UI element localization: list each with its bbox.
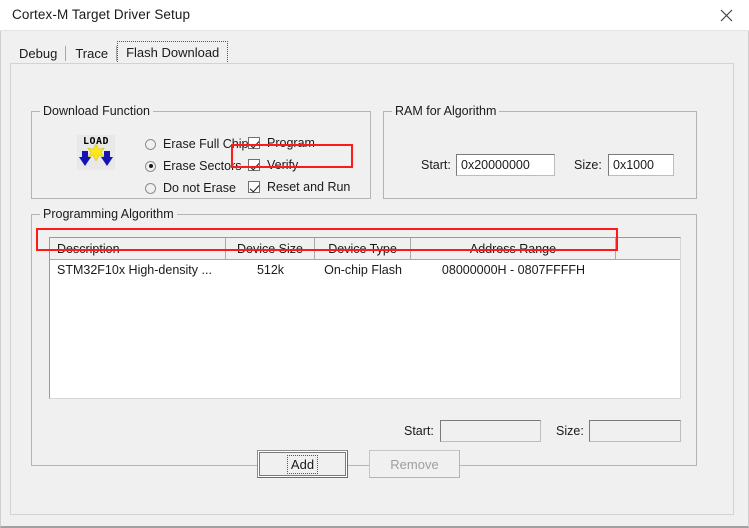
- title-bar: Cortex-M Target Driver Setup: [0, 0, 749, 31]
- radio-do-not-erase[interactable]: Do not Erase: [145, 181, 236, 195]
- table-row[interactable]: STM32F10x High-density ... 512k On-chip …: [50, 260, 680, 281]
- radio-do-not-erase-label: Do not Erase: [163, 181, 236, 195]
- remove-button-label: Remove: [390, 456, 439, 472]
- radio-erase-full-chip-label: Erase Full Chip: [163, 137, 249, 151]
- cell-address-range: 08000000H - 0807FFFFH: [441, 263, 586, 277]
- radio-do-not-erase-indicator: [145, 182, 156, 194]
- cell-extra: [616, 260, 680, 281]
- algo-size-input[interactable]: [589, 420, 681, 442]
- radio-erase-full-chip[interactable]: Erase Full Chip: [145, 137, 248, 151]
- algo-start-label: Start:: [404, 424, 434, 438]
- checkbox-program-label: Program: [267, 136, 315, 150]
- tab-flash-download[interactable]: Flash Download: [117, 41, 229, 64]
- column-header-device-type[interactable]: Device Type: [315, 238, 411, 259]
- window-title: Cortex-M Target Driver Setup: [12, 7, 191, 22]
- tab-debug[interactable]: Debug: [10, 43, 67, 64]
- cell-device-size: 512k: [256, 263, 285, 277]
- checkbox-reset-and-run-label: Reset and Run: [267, 180, 351, 194]
- cortex-m-target-driver-setup-dialog: Cortex-M Target Driver Setup Debug Trace…: [0, 0, 749, 528]
- column-header-device-size[interactable]: Device Size: [226, 238, 315, 259]
- radio-erase-full-chip-indicator: [145, 138, 156, 150]
- tab-strip: Debug Trace Flash Download: [10, 41, 229, 64]
- tab-trace[interactable]: Trace: [66, 43, 118, 64]
- flash-download-tab-page: Download Function LOAD Erase Full Chip E…: [10, 63, 734, 515]
- checkbox-verify-label: Verify: [267, 158, 299, 172]
- download-function-group: Download Function LOAD Erase Full Chip E…: [31, 104, 371, 199]
- radio-erase-sectors[interactable]: Erase Sectors: [145, 159, 242, 173]
- tab-flash-download-label: Flash Download: [126, 45, 220, 60]
- checkbox-reset-and-run[interactable]: Reset and Run: [248, 180, 350, 194]
- ram-size-label: Size:: [574, 158, 602, 172]
- radio-erase-sectors-label: Erase Sectors: [163, 159, 242, 173]
- programming-algorithm-group: Programming Algorithm Description Device…: [31, 207, 697, 466]
- close-icon: [720, 9, 733, 22]
- column-header-extra[interactable]: [616, 238, 680, 259]
- cell-description: STM32F10x High-density ...: [57, 263, 212, 277]
- column-header-description[interactable]: Description: [50, 238, 226, 259]
- checkbox-program-indicator: [248, 137, 260, 149]
- list-header-row: Description Device Size Device Type Addr…: [50, 238, 680, 260]
- ram-for-algorithm-legend: RAM for Algorithm: [392, 104, 500, 118]
- load-icon: LOAD: [77, 135, 115, 170]
- cell-device-type: On-chip Flash: [324, 263, 402, 277]
- checkbox-verify-indicator: [248, 159, 260, 171]
- add-button[interactable]: Add: [257, 450, 348, 478]
- column-header-address-range[interactable]: Address Range: [411, 238, 616, 259]
- load-icon-text: LOAD: [82, 136, 110, 147]
- algo-start-input[interactable]: [440, 420, 541, 442]
- ram-start-label: Start:: [421, 158, 451, 172]
- add-button-label: Add: [286, 454, 319, 474]
- algo-size-label: Size:: [556, 424, 584, 438]
- ram-for-algorithm-group: RAM for Algorithm Start: 0x20000000 Size…: [383, 104, 697, 199]
- download-function-legend: Download Function: [40, 104, 154, 118]
- dialog-body: Debug Trace Flash Download Download Func…: [0, 31, 749, 528]
- radio-erase-sectors-indicator: [145, 160, 156, 172]
- checkbox-verify[interactable]: Verify: [248, 158, 298, 172]
- tab-trace-label: Trace: [75, 46, 109, 61]
- programming-algorithm-list[interactable]: Description Device Size Device Type Addr…: [49, 237, 681, 399]
- checkbox-program[interactable]: Program: [248, 136, 315, 150]
- ram-size-input[interactable]: 0x1000: [608, 154, 674, 176]
- remove-button[interactable]: Remove: [369, 450, 460, 478]
- ram-start-input[interactable]: 0x20000000: [456, 154, 555, 176]
- checkbox-reset-and-run-indicator: [248, 181, 260, 193]
- tab-debug-label: Debug: [19, 46, 58, 61]
- programming-algorithm-legend: Programming Algorithm: [40, 207, 177, 221]
- close-button[interactable]: [703, 0, 749, 30]
